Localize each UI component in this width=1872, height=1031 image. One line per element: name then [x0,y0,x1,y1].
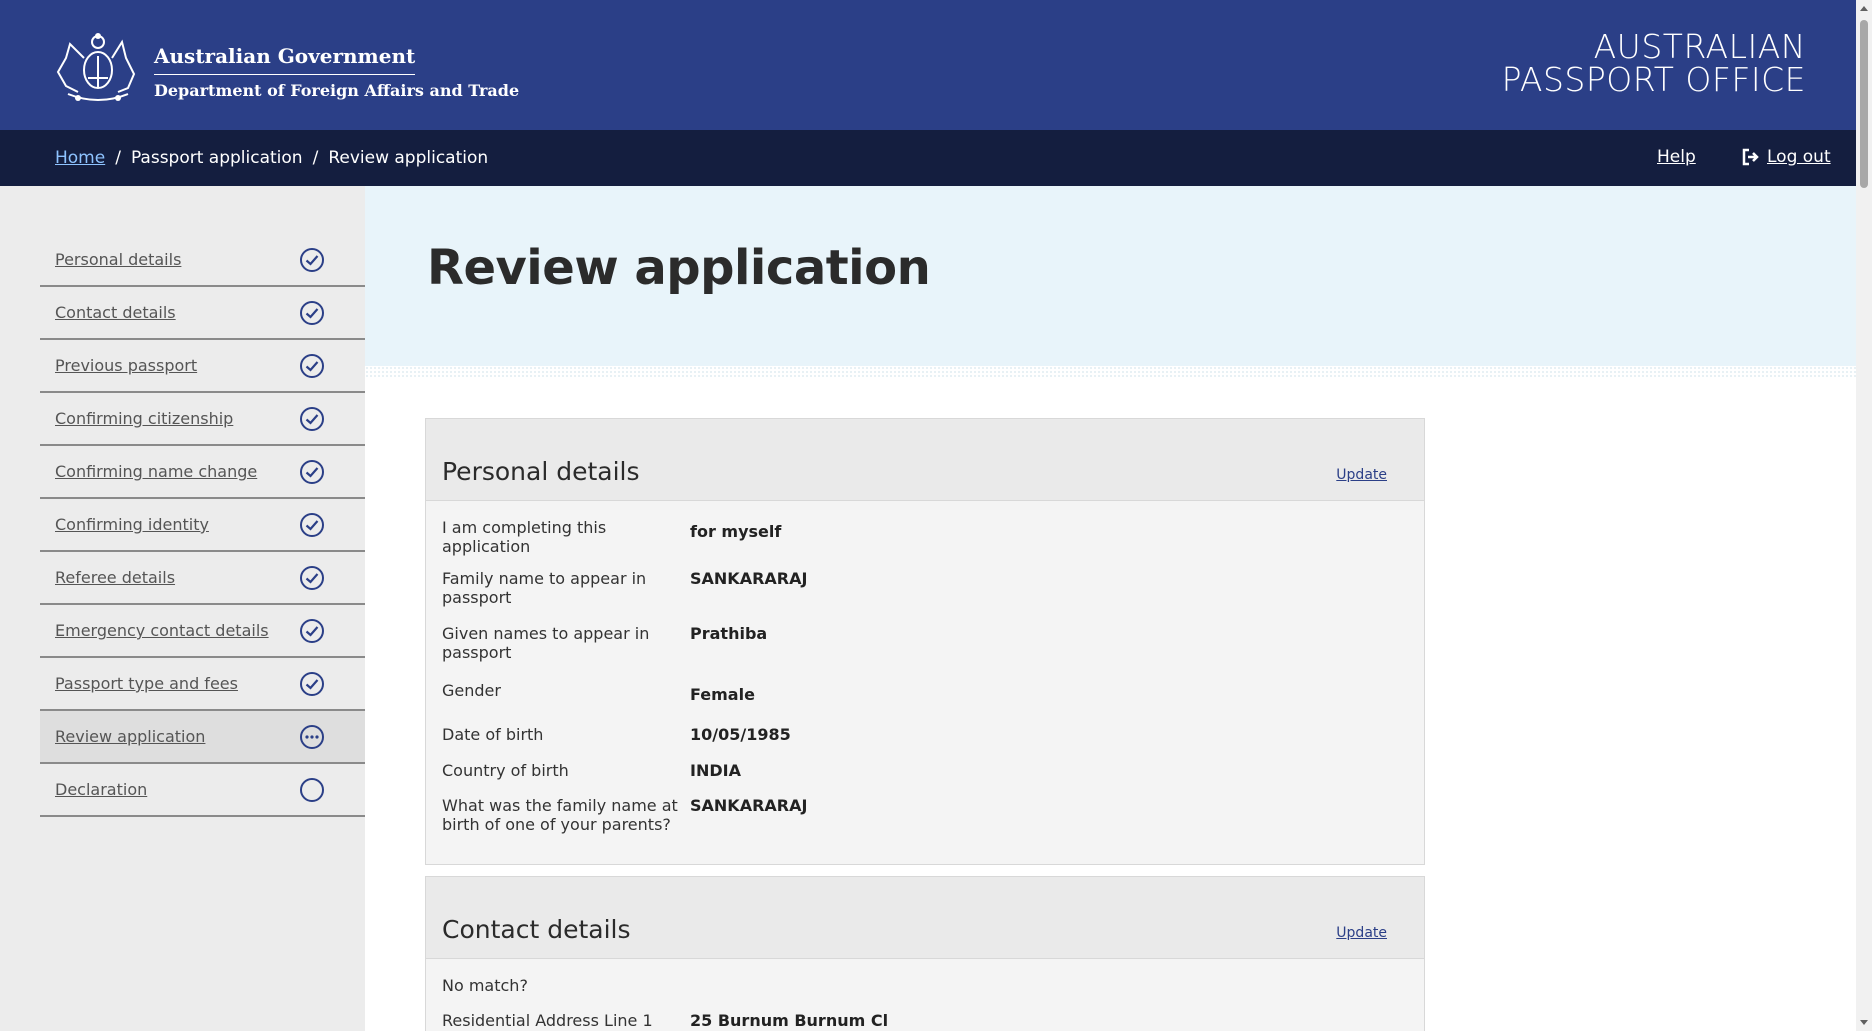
checkmark-circle-icon [300,353,324,378]
sidebar-item[interactable]: Personal details [40,234,365,287]
personal-details-panel: Personal details Update I am completing … [425,418,1425,865]
detail-value: 25 Burnum Burnum Cl [690,1011,889,1030]
sidebar-item[interactable]: Referee details [40,552,365,605]
sidebar-item-label[interactable]: Emergency contact details [55,621,269,640]
sidebar-item[interactable]: Declaration [40,764,365,817]
detail-label: I am completing this application [442,518,607,556]
breadcrumb-review-application: Review application [328,148,489,168]
sidebar-item-label[interactable]: Review application [55,727,205,746]
empty-circle-icon [300,777,324,802]
checkmark-circle-icon [300,671,324,696]
progress-sidebar: Personal details Contact details Previous … [0,186,365,1031]
scrollbar-thumb[interactable] [1860,20,1868,188]
panel-header: Contact details Update [426,877,1424,959]
ellipsis-circle-icon [300,724,324,749]
checkmark-circle-icon [300,406,324,431]
detail-value: Prathiba [690,624,768,643]
detail-label: Date of birth [442,725,544,744]
detail-row: Gender Female [426,681,771,704]
progress-list: Personal details Contact details Previous … [40,234,365,817]
office-line-1: AUSTRALIAN [1593,27,1806,66]
government-wordmark: Australian Government Department of Fore… [154,44,519,100]
detail-value: SANKARARAJ [690,796,808,815]
detail-value: SANKARARAJ [690,569,808,588]
breadcrumb-passport-application: Passport application [130,148,303,168]
sidebar-item-label[interactable]: Previous passport [55,356,197,375]
breadcrumb-separator: / [312,148,319,168]
sidebar-item-label[interactable]: Confirming name change [55,462,257,481]
detail-label: Family name to appear in passport [442,569,647,607]
detail-row: Given names to appear in passport Prathib… [426,624,783,662]
panel-title: Personal details [442,457,640,486]
office-line-2: PASSPORT OFFICE [1501,60,1806,99]
detail-value: for myself [690,522,782,541]
sidebar-item-label[interactable]: Personal details [55,250,181,269]
sidebar-item-label[interactable]: Confirming citizenship [55,409,233,428]
hero-divider [365,366,1856,378]
logout-icon [1742,148,1759,166]
logout-link[interactable]: Log out [1741,147,1831,167]
detail-value: Female [690,685,755,704]
sidebar-item[interactable]: Confirming name change [40,446,365,499]
detail-label: Country of birth [442,761,569,780]
sidebar-item-label[interactable]: Declaration [55,780,147,799]
detail-row: Date of birth 10/05/1985 [426,725,807,744]
panel-header: Personal details Update [426,419,1424,501]
sidebar-item[interactable]: Previous passport [40,340,365,393]
detail-value: INDIA [690,761,741,780]
sidebar-item-label[interactable]: Passport type and fees [55,674,238,693]
breadcrumb: Home / Passport application / Review app… [55,148,488,168]
detail-row: Country of birth INDIA [426,761,757,780]
checkmark-circle-icon [300,459,324,484]
checkmark-circle-icon [300,512,324,537]
scroll-up-arrow-icon[interactable] [1859,4,1869,12]
sidebar-item-label[interactable]: Referee details [55,568,175,587]
breadcrumb-home[interactable]: Home [55,148,105,168]
sidebar-item[interactable]: Confirming citizenship [40,393,365,446]
contact-details-panel: Contact details Update No match? Resident… [425,876,1425,1031]
sidebar-item[interactable]: Review application [40,711,365,764]
scroll-down-arrow-icon[interactable] [1859,1019,1869,1027]
sidebar-item[interactable]: Emergency contact details [40,605,365,658]
site-header: Australian Government Department of Fore… [0,0,1856,130]
detail-label: What was the family name at birth of one… [442,796,678,834]
detail-row: I am completing this application for myse… [426,518,797,556]
nav-bar: Home / Passport application / Review app… [0,130,1856,186]
sidebar-item[interactable]: Contact details [40,287,365,340]
checkmark-circle-icon [300,565,324,590]
logout-label: Log out [1767,147,1831,167]
detail-value: 10/05/1985 [690,725,791,744]
detail-row: No match? [426,976,706,995]
sidebar-item[interactable]: Confirming identity [40,499,365,552]
sidebar-item[interactable]: Passport type and fees [40,658,365,711]
sidebar-item-label[interactable]: Contact details [55,303,176,322]
coat-of-arms-logo [56,33,136,101]
detail-label: Residential Address Line 1 [442,1011,653,1030]
checkmark-circle-icon [300,618,324,643]
checkmark-circle-icon [300,300,324,325]
detail-label: Given names to appear in passport [442,624,650,662]
gov-department: Department of Foreign Affairs and Trade [154,81,520,100]
detail-row: Family name to appear in passport SANKARA… [426,569,823,607]
detail-row: What was the family name at birth of one… [426,796,823,834]
breadcrumb-separator: / [115,148,121,168]
sidebar-item-label[interactable]: Confirming identity [55,515,209,534]
update-contact-details-link[interactable]: Update [1336,925,1387,941]
gov-title: Australian Government [154,44,416,75]
detail-label: No match? [442,976,528,995]
detail-label: Gender [442,681,501,700]
panel-title: Contact details [442,915,631,944]
page-title: Review application [427,240,931,296]
detail-row: Residential Address Line 1 25 Burnum Burn… [426,1011,904,1030]
help-link[interactable]: Help [1657,147,1696,167]
checkmark-circle-icon [300,247,324,272]
page-scrollbar[interactable] [1856,0,1872,1031]
update-personal-details-link[interactable]: Update [1336,467,1387,483]
passport-office-logo: AUSTRALIAN PASSPORT OFFICE [1502,30,1806,96]
